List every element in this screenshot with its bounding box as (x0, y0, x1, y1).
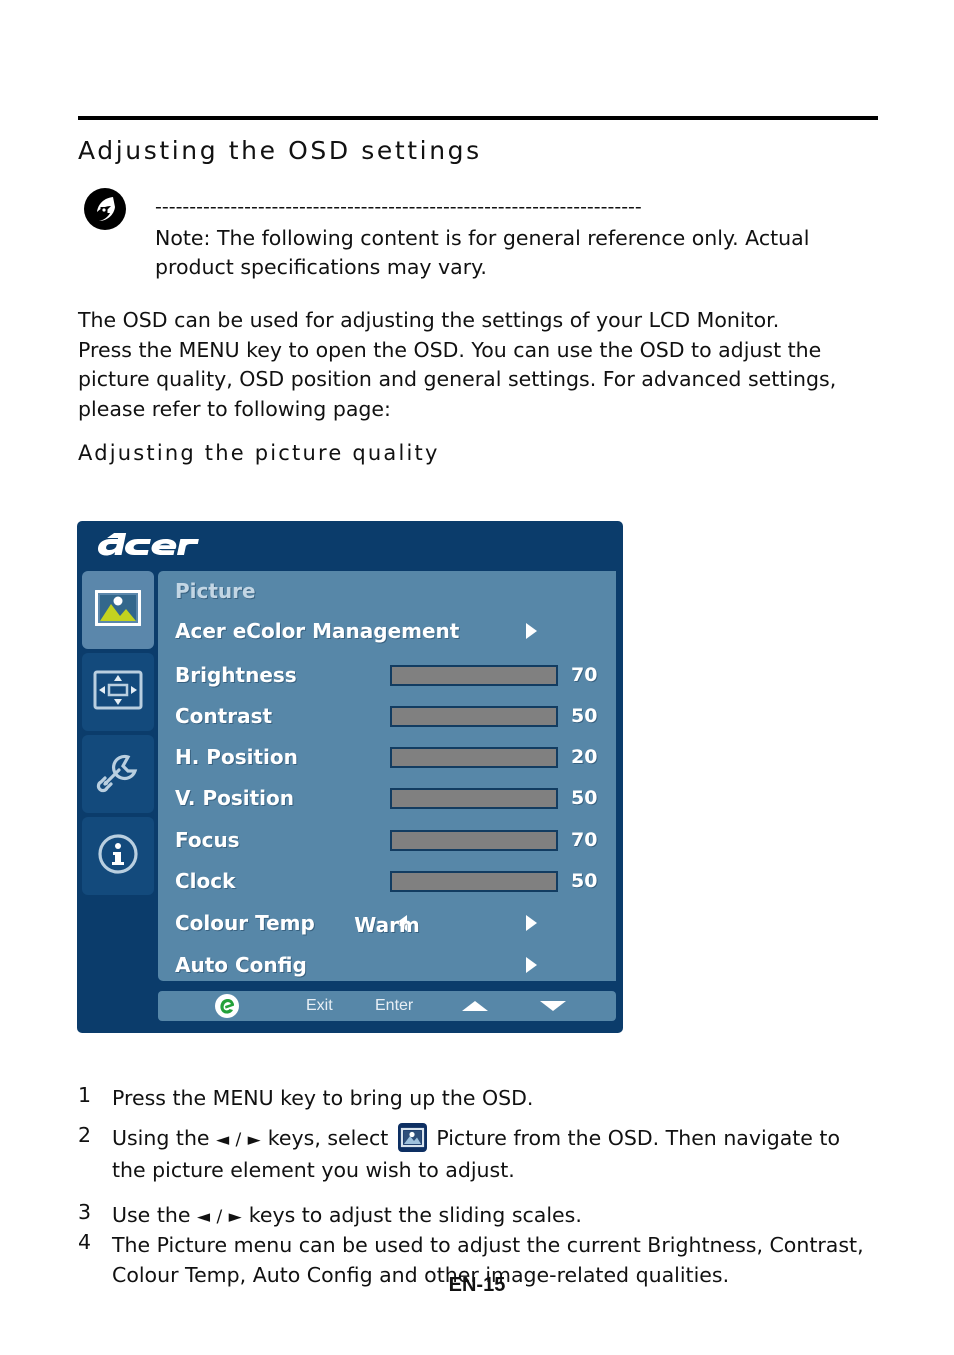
osd-value-colour-temp: Warm (354, 913, 420, 937)
intro-line-3: picture quality, OSD position and genera… (78, 367, 837, 391)
step3-pre: Use the (112, 1203, 197, 1227)
osd-label-focus: Focus (175, 828, 240, 852)
intro-line-1: The OSD can be used for adjusting the se… (78, 308, 780, 332)
step2-line2: the picture element you wish to adjust. (112, 1158, 515, 1182)
osd-title: Picture (175, 579, 256, 603)
up-arrow-icon[interactable] (462, 1001, 488, 1011)
information-icon (96, 832, 140, 880)
osd-slider-brightness[interactable] (390, 665, 558, 686)
osd-slider-contrast[interactable] (390, 706, 558, 727)
chevron-right-icon (526, 957, 537, 973)
list-item: 2 Using the ◄ / ► keys, select Picture f… (78, 1123, 878, 1200)
step-number: 1 (78, 1083, 92, 1107)
step-text: Press the MENU key to bring up the OSD. (112, 1086, 534, 1110)
osd-slider-focus[interactable] (390, 830, 558, 851)
osd-menu: Picture Acer eColor Management Brightnes… (77, 521, 623, 1033)
arrow-keys-glyph: ◄ / ► (196, 1207, 243, 1227)
note-divider: ----------------------------------------… (155, 196, 642, 218)
subsection-title: Adjusting the picture quality (78, 441, 440, 465)
list-item: 1 Press the MENU key to bring up the OSD… (78, 1083, 878, 1123)
page-number: EN-15 (448, 1274, 506, 1296)
step2-mid: keys, select (261, 1126, 395, 1150)
step4-line1: The Picture menu can be used to adjust t… (112, 1233, 864, 1257)
osd-label-brightness: Brightness (175, 663, 297, 687)
page-title: Adjusting the OSD settings (78, 136, 482, 165)
osd-exit-label[interactable]: Exit (306, 997, 333, 1015)
wrench-icon (95, 751, 141, 797)
osd-slider-clock[interactable] (390, 871, 558, 892)
osd-row-clock[interactable]: Clock 50 (158, 861, 616, 901)
picture-icon (94, 589, 142, 630)
osd-value-v-position: 50 (571, 787, 598, 809)
arrow-keys-glyph: ◄ / ► (216, 1130, 262, 1150)
step-number: 4 (78, 1230, 92, 1254)
sidebar-item-position[interactable] (82, 653, 154, 731)
step-number: 3 (78, 1200, 92, 1224)
osd-row-contrast[interactable]: Contrast 50 (158, 696, 616, 736)
osd-value-h-position: 20 (571, 746, 598, 768)
osd-enter-label[interactable]: Enter (375, 997, 413, 1015)
acer-e-logo (214, 993, 240, 1019)
osd-row-h-position[interactable]: H. Position 20 (158, 737, 616, 777)
step3-post: keys to adjust the sliding scales. (242, 1203, 582, 1227)
header-rule (78, 116, 878, 120)
osd-row-title: Picture (158, 571, 616, 611)
chevron-right-icon (526, 623, 537, 639)
osd-sidebar (82, 571, 154, 981)
chevron-right-icon[interactable] (526, 915, 537, 931)
osd-label-h-position: H. Position (175, 745, 298, 769)
position-icon (93, 670, 143, 714)
osd-value-contrast: 50 (571, 705, 598, 727)
osd-row-v-position[interactable]: V. Position 50 (158, 778, 616, 818)
list-item: 3 Use the ◄ / ► keys to adjust the slidi… (78, 1200, 878, 1230)
step2-pre: Using the (112, 1126, 217, 1150)
picture-icon (397, 1123, 427, 1152)
osd-slider-h-position[interactable] (390, 747, 558, 768)
step2-post: Picture from the OSD. Then navigate to (429, 1126, 841, 1150)
osd-value-focus: 70 (571, 829, 598, 851)
osd-label-clock: Clock (175, 869, 236, 893)
osd-label-auto-config: Auto Config (175, 953, 307, 977)
note-line-1: Note: The following content is for gener… (155, 226, 810, 250)
intro-line-4: please refer to following page: (78, 396, 391, 421)
acer-note-icon (82, 186, 128, 232)
step-number: 2 (78, 1123, 92, 1147)
osd-row-brightness[interactable]: Brightness 70 (158, 655, 616, 695)
osd-row-focus[interactable]: Focus 70 (158, 820, 616, 860)
manual-page: Adjusting the OSD settings -------------… (0, 0, 954, 1355)
osd-label-ecolor: Acer eColor Management (175, 619, 460, 643)
osd-row-auto-config[interactable]: Auto Config (158, 945, 616, 985)
note-text: Note: The following content is for gener… (155, 224, 855, 282)
osd-panel: Picture Acer eColor Management Brightnes… (158, 571, 616, 981)
sidebar-item-picture[interactable] (82, 571, 154, 649)
osd-row-colour-temp[interactable]: Colour Temp Warm (158, 903, 616, 943)
intro-line-2: Press the MENU key to open the OSD. You … (78, 337, 822, 362)
osd-value-brightness: 70 (571, 664, 598, 686)
note-line-2: product specifications may vary. (155, 255, 487, 279)
osd-footer: Exit Enter (158, 991, 616, 1021)
osd-label-v-position: V. Position (175, 786, 295, 810)
instruction-list: 1 Press the MENU key to bring up the OSD… (78, 1083, 878, 1290)
step-text: Using the ◄ / ► keys, select Picture fro… (112, 1123, 878, 1185)
down-arrow-icon[interactable] (540, 1001, 566, 1011)
osd-value-clock: 50 (571, 870, 598, 892)
step-text: Use the ◄ / ► keys to adjust the sliding… (112, 1200, 878, 1232)
intro-paragraph: The OSD can be used for adjusting the se… (78, 306, 868, 424)
sidebar-item-setting[interactable] (82, 735, 154, 813)
acer-logo (97, 529, 217, 563)
osd-row-ecolor[interactable]: Acer eColor Management (158, 611, 616, 651)
sidebar-item-information[interactable] (82, 817, 154, 895)
osd-slider-v-position[interactable] (390, 788, 558, 809)
osd-label-contrast: Contrast (175, 704, 273, 728)
